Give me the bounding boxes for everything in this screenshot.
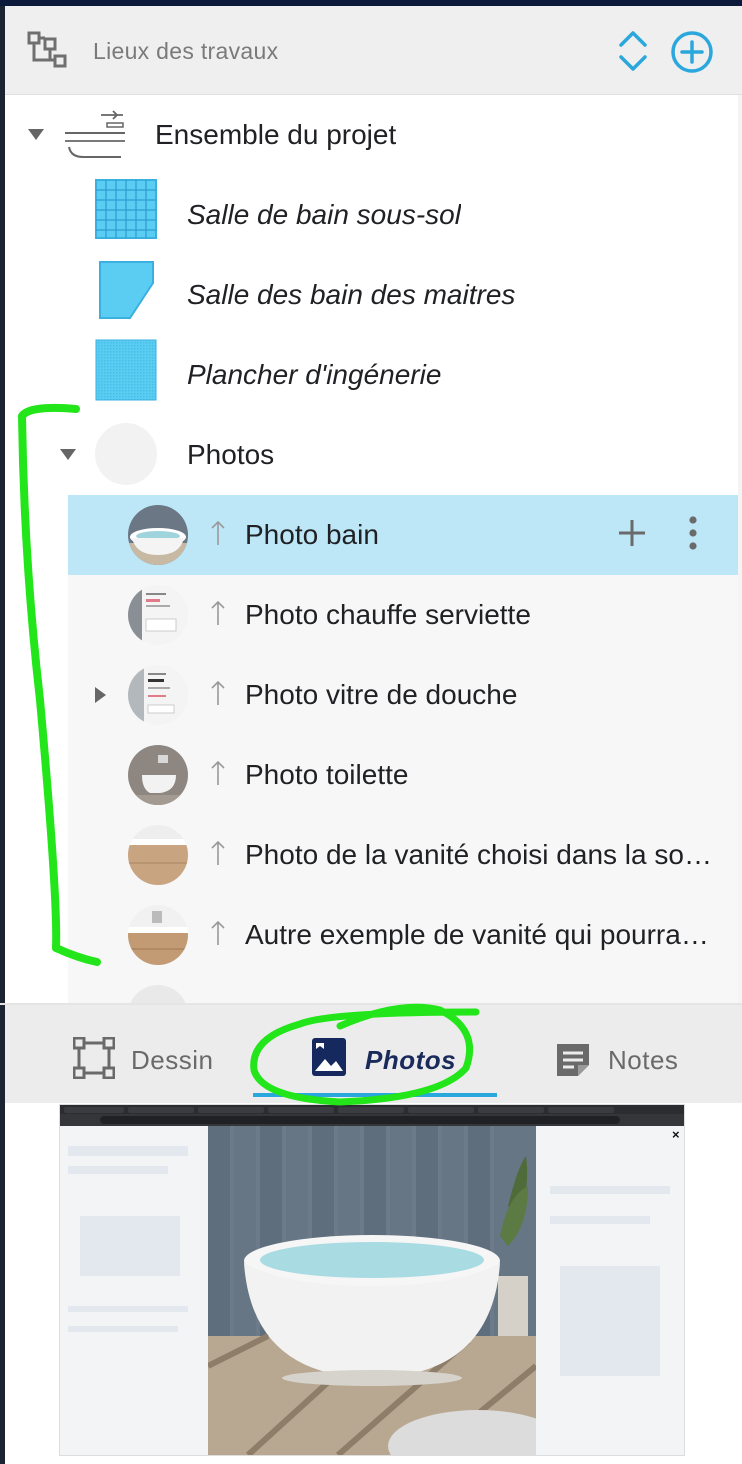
- move-up-arrow-icon[interactable]: [208, 839, 228, 872]
- expand-caret-icon[interactable]: [95, 687, 106, 703]
- close-icon[interactable]: ×: [672, 1127, 680, 1142]
- screenshot-thumb: [128, 585, 188, 645]
- tab-label: Dessin: [131, 1045, 214, 1075]
- collapse-caret-icon[interactable]: [60, 449, 76, 460]
- tab-label: Notes: [608, 1045, 679, 1075]
- tree-item-plancher[interactable]: Plancher d'ingénerie: [5, 335, 738, 415]
- more-vert-icon[interactable]: [687, 515, 699, 556]
- vanity-thumb: [128, 825, 188, 885]
- bathtub-thumb: [128, 505, 188, 565]
- tile-grid-icon: [95, 179, 157, 244]
- tab-label: Photos: [365, 1045, 457, 1075]
- tab-photos[interactable]: Photos: [295, 1005, 485, 1103]
- photo-item-label: Photo vitre de douche: [245, 679, 518, 710]
- tab-notes[interactable]: Notes: [550, 1005, 720, 1103]
- photo-item-label: Photo toilette: [245, 759, 409, 790]
- toilet-thumb: [128, 745, 188, 805]
- photo-row-vitre-douche[interactable]: Photo vitre de douche: [68, 655, 738, 735]
- photo-row-autre-vanite[interactable]: Autre exemple de vanité qui pourrait…: [68, 895, 738, 975]
- add-circle-icon[interactable]: [669, 29, 715, 80]
- photo-row-toilette[interactable]: Photo toilette: [68, 735, 738, 815]
- browser-address-bar: [60, 1114, 684, 1126]
- image-icon: [311, 1037, 347, 1082]
- bathtub-photo: [208, 1126, 536, 1455]
- tree-item-salle-maitres[interactable]: Salle des bain des maitres: [5, 255, 738, 335]
- locations-header: Lieux des travaux: [5, 6, 742, 95]
- collapse-caret-icon[interactable]: [28, 129, 44, 140]
- tree-item-label: Salle de bain sous-sol: [187, 199, 461, 230]
- floor-shape-icon: [97, 259, 157, 326]
- photo-row-bain[interactable]: Photo bain: [68, 495, 738, 575]
- hierarchy-icon[interactable]: [27, 30, 71, 77]
- photo-row-partial[interactable]: [68, 975, 738, 1003]
- notes-icon: [554, 1041, 592, 1084]
- photos-group-icon: [95, 423, 157, 485]
- move-up-arrow-icon[interactable]: [208, 679, 228, 712]
- active-tab-indicator: [253, 1093, 497, 1097]
- bottom-tab-bar: Dessin Photos Notes: [5, 1005, 742, 1103]
- move-up-arrow-icon[interactable]: [208, 519, 228, 552]
- vanity-thumb: [128, 905, 188, 965]
- plus-icon[interactable]: [616, 517, 648, 554]
- move-up-arrow-icon[interactable]: [208, 919, 228, 952]
- tree-item-salle-sous-sol[interactable]: Salle de bain sous-sol: [5, 175, 738, 255]
- move-up-arrow-icon[interactable]: [208, 759, 228, 792]
- screenshot-thumb: [128, 665, 188, 725]
- tree-root-row[interactable]: Ensemble du projet: [5, 95, 738, 175]
- tree-photos-group-row[interactable]: Photos: [5, 415, 738, 495]
- photo-item-label: Photo chauffe serviette: [245, 599, 531, 630]
- photo-preview-image[interactable]: ×: [59, 1104, 685, 1456]
- tree-item-label: Salle des bain des maitres: [187, 279, 516, 310]
- header-title: Lieux des travaux: [93, 38, 279, 64]
- locations-tree: Ensemble du projet Salle de bain sous-so…: [5, 95, 738, 1003]
- tab-dessin[interactable]: Dessin: [63, 1005, 233, 1103]
- photo-row-vanite-choisi[interactable]: Photo de la vanité choisi dans la so…: [68, 815, 738, 895]
- move-up-arrow-icon[interactable]: [208, 599, 228, 632]
- sort-updown-icon[interactable]: [611, 28, 655, 79]
- photo-preview-area: ×: [5, 1103, 742, 1464]
- drawing-frame-icon: [72, 1036, 116, 1084]
- floor-pattern-icon: [95, 339, 157, 406]
- photo-row-chauffe-serviette[interactable]: Photo chauffe serviette: [68, 575, 738, 655]
- browser-tab-strip: [60, 1105, 684, 1114]
- tree-item-label: Plancher d'ingénerie: [187, 359, 442, 390]
- photo-item-label: Photo de la vanité choisi dans la so…: [245, 839, 712, 870]
- bathtub-icon: [61, 103, 127, 168]
- tree-root-label: Ensemble du projet: [155, 119, 397, 150]
- photo-thumb: [128, 985, 188, 1003]
- photo-item-label: Autre exemple de vanité qui pourrait…: [245, 919, 715, 950]
- photos-group-label: Photos: [187, 439, 275, 470]
